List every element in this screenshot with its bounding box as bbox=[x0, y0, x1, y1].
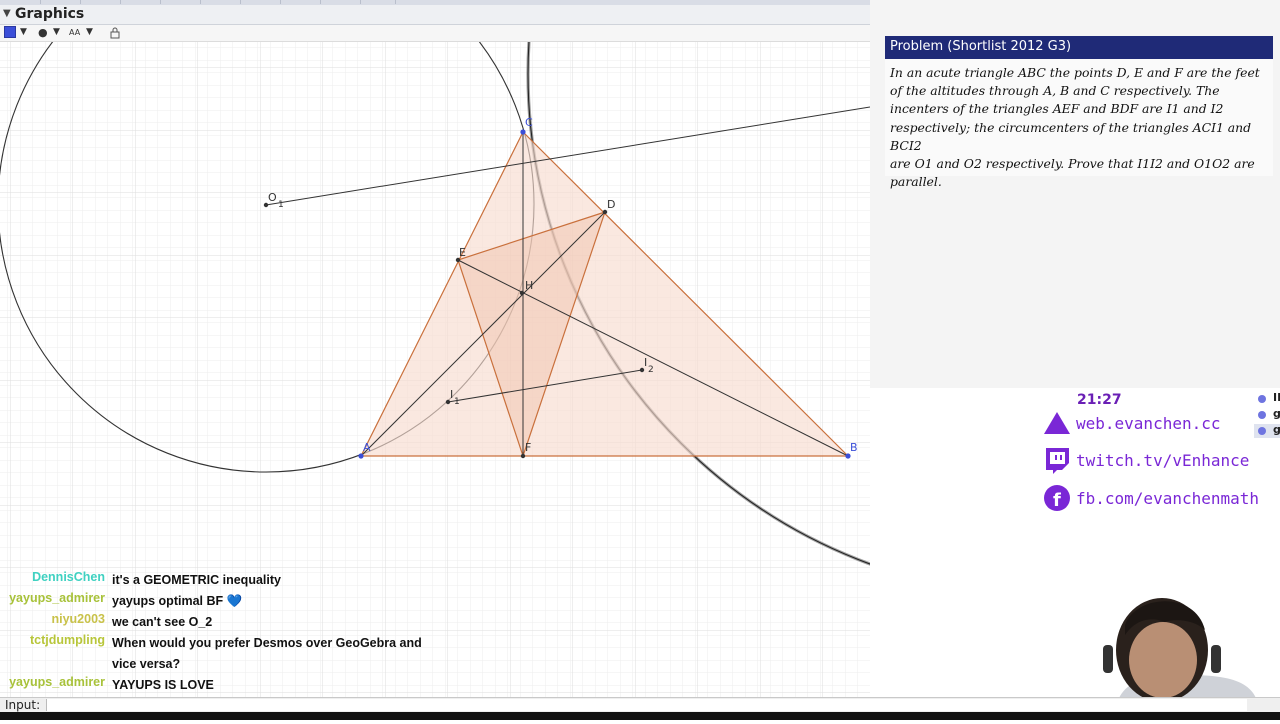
chat-message: yayups_admirer yayups optimal BF 💙 bbox=[0, 591, 440, 612]
chat-username: yayups_admirer bbox=[9, 591, 105, 605]
social-link-website[interactable]: web.evanchen.cc bbox=[1043, 408, 1221, 438]
facebook-icon: f bbox=[1043, 484, 1071, 512]
tab-stub[interactable] bbox=[80, 0, 121, 4]
chat-message: yayups_admirer YAYUPS IS LOVE bbox=[0, 675, 440, 696]
tab-stub[interactable] bbox=[120, 0, 161, 4]
social-link-text: fb.com/evanchenmath bbox=[1076, 488, 1260, 508]
triangle-logo-icon bbox=[1043, 409, 1071, 437]
problem-card: Problem (Shortlist 2012 G3) In an acute … bbox=[885, 36, 1273, 189]
chat-overlay: DennisChen it's a GEOMETRIC inequality y… bbox=[0, 570, 440, 696]
tab-stub[interactable] bbox=[40, 0, 81, 4]
problem-line: respectively; the circumcenters of the t… bbox=[890, 119, 1252, 153]
label-I2-sub: 2 bbox=[648, 365, 654, 375]
tab-stub[interactable] bbox=[0, 0, 41, 4]
chat-text: YAYUPS IS LOVE bbox=[112, 678, 214, 692]
input-label: Input: bbox=[5, 698, 41, 712]
point-B[interactable] bbox=[845, 453, 851, 459]
twitch-icon bbox=[1043, 446, 1071, 474]
side-list-item[interactable]: g bbox=[1254, 407, 1280, 422]
problem-line: are O1 and O2 respectively. Prove that I… bbox=[890, 156, 1255, 172]
label-A: A bbox=[363, 441, 371, 454]
input-bar: Input: bbox=[0, 697, 1280, 713]
chat-text: we can't see O_2 bbox=[112, 615, 213, 629]
chevron-down-icon[interactable]: ▼ bbox=[20, 26, 27, 39]
problem-line: In an acute triangle ABC the points D, E… bbox=[890, 65, 1260, 80]
point-C[interactable] bbox=[520, 129, 526, 135]
chevron-down-icon[interactable]: ▼ bbox=[53, 26, 60, 39]
social-link-facebook[interactable]: f fb.com/evanchenmath bbox=[1043, 483, 1259, 513]
svg-text:f: f bbox=[1053, 490, 1061, 511]
color-swatch-icon[interactable] bbox=[4, 26, 16, 38]
chat-text: it's a GEOMETRIC inequality bbox=[112, 573, 281, 587]
problem-statement: In an acute triangle ABC the points D, E… bbox=[885, 59, 1273, 191]
stream-clock: 21:27 bbox=[1077, 392, 1122, 408]
problem-heading: Problem (Shortlist 2012 G3) bbox=[885, 36, 1273, 59]
problem-line: parallel. bbox=[890, 174, 942, 190]
graphics-panel-title: Graphics bbox=[15, 6, 85, 22]
social-link-text: twitch.tv/vEnhance bbox=[1076, 450, 1250, 470]
object-dot-icon bbox=[1258, 411, 1266, 419]
chat-message: niyu2003 we can't see O_2 bbox=[0, 612, 440, 633]
label-I1-sub: 1 bbox=[454, 397, 460, 407]
algebra-input-field[interactable] bbox=[46, 699, 1247, 711]
problem-line: of the altitudes through A, B and C resp… bbox=[890, 83, 1220, 99]
chat-username: niyu2003 bbox=[51, 612, 105, 626]
chat-username: yayups_admirer bbox=[9, 675, 105, 689]
graphics-style-bar: ▼ ● ▼ AA ▼ bbox=[0, 25, 870, 42]
point-style-icon[interactable]: ● bbox=[38, 26, 48, 39]
social-link-twitch[interactable]: twitch.tv/vEnhance bbox=[1043, 445, 1249, 475]
collapse-triangle-icon[interactable]: ▼ bbox=[3, 8, 11, 19]
chat-message: DennisChen it's a GEOMETRIC inequality bbox=[0, 570, 440, 591]
tab-stub[interactable] bbox=[320, 0, 361, 4]
graphics-panel-header: ▼ Graphics bbox=[0, 5, 870, 25]
label-F: F bbox=[525, 441, 531, 454]
label-I1: I bbox=[450, 388, 453, 401]
point-A[interactable] bbox=[358, 453, 364, 459]
tab-stub[interactable] bbox=[240, 0, 281, 4]
label-O1: O bbox=[268, 191, 277, 204]
lock-icon[interactable] bbox=[109, 26, 121, 39]
label-E: E bbox=[459, 246, 466, 259]
chat-text: yayups optimal BF 💙 bbox=[112, 594, 243, 608]
label-B: B bbox=[850, 441, 858, 454]
label-C: C bbox=[525, 116, 533, 129]
side-list-item[interactable]: g bbox=[1254, 423, 1280, 438]
tab-stub[interactable] bbox=[360, 0, 396, 4]
point-H[interactable] bbox=[519, 290, 525, 296]
label-D: D bbox=[607, 198, 615, 211]
chat-username: tctjdumpling bbox=[30, 633, 105, 647]
object-dot-icon bbox=[1258, 395, 1266, 403]
label-H: H bbox=[525, 279, 533, 292]
label-O1-sub: 1 bbox=[278, 200, 284, 210]
social-link-text: web.evanchen.cc bbox=[1076, 413, 1221, 433]
tab-stub[interactable] bbox=[280, 0, 321, 4]
tab-stub[interactable] bbox=[160, 0, 201, 4]
label-I2: I bbox=[644, 356, 647, 369]
chat-message: tctjdumpling When would you prefer Desmo… bbox=[0, 633, 440, 675]
object-dot-icon bbox=[1258, 427, 1266, 435]
side-object-list: II g g bbox=[1254, 390, 1280, 440]
point-F[interactable] bbox=[520, 453, 526, 459]
text-style-icon[interactable]: AA bbox=[69, 26, 80, 39]
chevron-down-icon[interactable]: ▼ bbox=[86, 26, 93, 39]
chat-username: DennisChen bbox=[32, 570, 105, 584]
problem-line: incenters of the triangles AEF and BDF a… bbox=[890, 101, 1224, 117]
tab-stub[interactable] bbox=[200, 0, 241, 4]
chat-text: When would you prefer Desmos over GeoGeb… bbox=[112, 636, 422, 671]
side-list-item[interactable]: II bbox=[1254, 391, 1280, 406]
bottom-edge bbox=[0, 712, 1280, 720]
